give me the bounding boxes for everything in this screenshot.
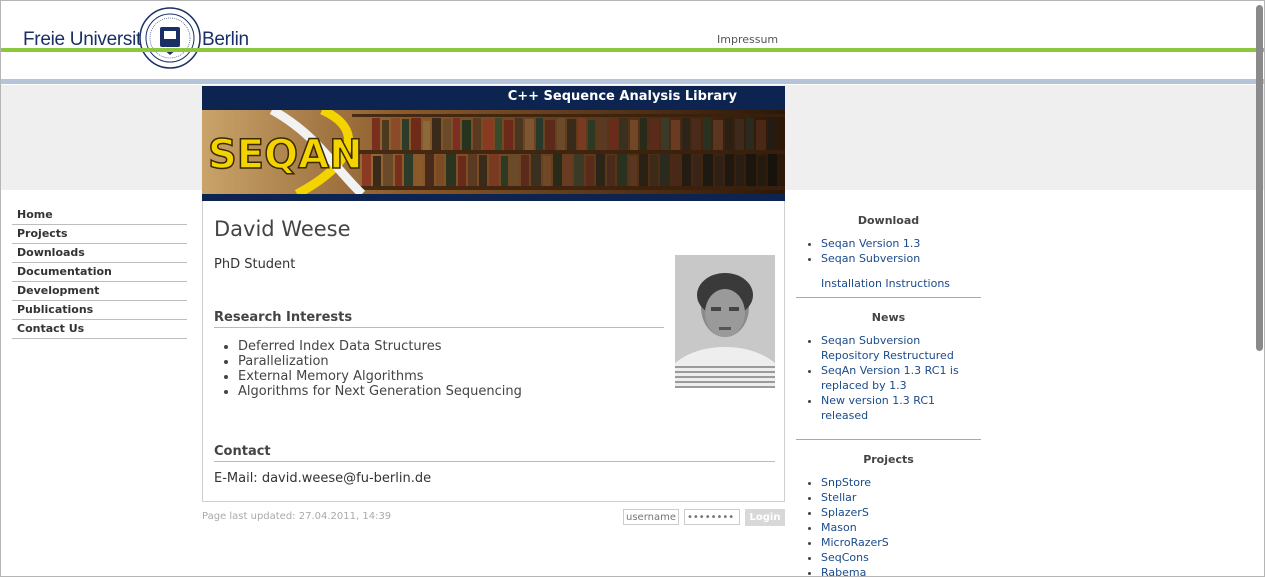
list-item: Seqan Version 1.3 — [821, 236, 981, 251]
news-list: Seqan Subversion Repository Restructured… — [796, 333, 981, 440]
projects-heading: Projects — [863, 453, 914, 466]
nav-item-publications[interactable]: Publications — [12, 301, 187, 320]
projects-list: SnpStore Stellar SplazerS Mason MicroRaz… — [796, 475, 981, 576]
download-heading: Download — [857, 214, 920, 227]
header-green-divider — [1, 48, 1264, 52]
left-navigation: Home Projects Downloads Documentation De… — [12, 206, 187, 339]
login-button[interactable]: Login — [745, 509, 785, 526]
email-line[interactable]: E-Mail: david.weese@fu-berlin.de — [214, 471, 431, 486]
profile-photo — [675, 255, 775, 388]
seqan-logo-text: SEQAN — [208, 132, 363, 178]
download-link-seqan-1-3[interactable]: Seqan Version 1.3 — [821, 237, 920, 250]
list-item: SplazerS — [821, 505, 981, 520]
download-link-seqan-subversion[interactable]: Seqan Subversion — [821, 252, 920, 265]
project-link[interactable]: MicroRazerS — [821, 536, 889, 549]
sidebar-projects-section: Projects SnpStore Stellar SplazerS Mason… — [796, 453, 981, 576]
list-item: SnpStore — [821, 475, 981, 490]
header-blue-divider — [1, 79, 1264, 84]
news-link[interactable]: SeqAn Version 1.3 RC1 is replaced by 1.3 — [821, 364, 959, 392]
list-item: MicroRazerS — [821, 535, 981, 550]
list-item: Parallelization — [238, 354, 522, 369]
list-item: Deferred Index Data Structures — [238, 339, 522, 354]
project-link[interactable]: SeqCons — [821, 551, 869, 564]
list-item: Stellar — [821, 490, 981, 505]
news-link[interactable]: Seqan Subversion Repository Restructured — [821, 334, 954, 362]
list-item: SeqAn Version 1.3 RC1 is replaced by 1.3 — [821, 363, 981, 393]
sidebar-news-section: News Seqan Subversion Repository Restruc… — [796, 311, 981, 440]
list-item: Rabema — [821, 565, 981, 576]
download-list: Seqan Version 1.3 Seqan Subversion — [796, 236, 981, 266]
nav-item-documentation[interactable]: Documentation — [12, 263, 187, 282]
username-input[interactable] — [623, 509, 679, 525]
research-interests-list: Deferred Index Data Structures Paralleli… — [214, 339, 522, 399]
page-title: David Weese — [214, 217, 351, 241]
impressum-link[interactable]: Impressum — [717, 33, 778, 46]
page-last-updated: Page last updated: 27.04.2011, 14:39 — [202, 511, 392, 522]
list-item: Algorithms for Next Generation Sequencin… — [238, 384, 522, 399]
profile-role: PhD Student — [214, 257, 296, 272]
list-item: Mason — [821, 520, 981, 535]
news-heading: News — [871, 311, 906, 324]
list-item: External Memory Algorithms — [238, 369, 522, 384]
list-item: SeqCons — [821, 550, 981, 565]
list-item: Seqan Subversion Repository Restructured — [821, 333, 981, 363]
project-link[interactable]: Rabema — [821, 566, 866, 576]
project-link[interactable]: SnpStore — [821, 476, 871, 489]
project-link[interactable]: Stellar — [821, 491, 856, 504]
nav-item-home[interactable]: Home — [12, 206, 187, 225]
list-item: New version 1.3 RC1 released — [821, 393, 981, 423]
password-input[interactable] — [684, 509, 740, 525]
contact-heading: Contact — [214, 444, 775, 462]
installation-instructions-link[interactable]: Installation Instructions — [821, 277, 950, 290]
list-item: Seqan Subversion — [821, 251, 981, 266]
nav-item-contact-us[interactable]: Contact Us — [12, 320, 187, 339]
install-link-row: Installation Instructions — [796, 276, 981, 298]
news-link[interactable]: New version 1.3 RC1 released — [821, 394, 935, 422]
main-content: David Weese PhD Student Research Interes… — [202, 201, 785, 502]
vertical-scrollbar[interactable] — [1256, 5, 1263, 351]
nav-item-projects[interactable]: Projects — [12, 225, 187, 244]
project-link[interactable]: SplazerS — [821, 506, 869, 519]
nav-item-development[interactable]: Development — [12, 282, 187, 301]
browser-viewport: Freie Universität Berlin Impressum C++ S… — [0, 0, 1265, 577]
research-interests-heading: Research Interests — [214, 310, 664, 328]
seqan-logo-bookshelf-image: SEQAN — [202, 110, 785, 194]
seqan-banner: C++ Sequence Analysis Library SEQAN — [202, 86, 785, 201]
banner-title: C++ Sequence Analysis Library — [507, 89, 737, 104]
university-seal-icon[interactable] — [139, 7, 201, 69]
sidebar-download-section: Download Seqan Version 1.3 Seqan Subvers… — [796, 214, 981, 298]
project-link[interactable]: Mason — [821, 521, 857, 534]
nav-item-downloads[interactable]: Downloads — [12, 244, 187, 263]
